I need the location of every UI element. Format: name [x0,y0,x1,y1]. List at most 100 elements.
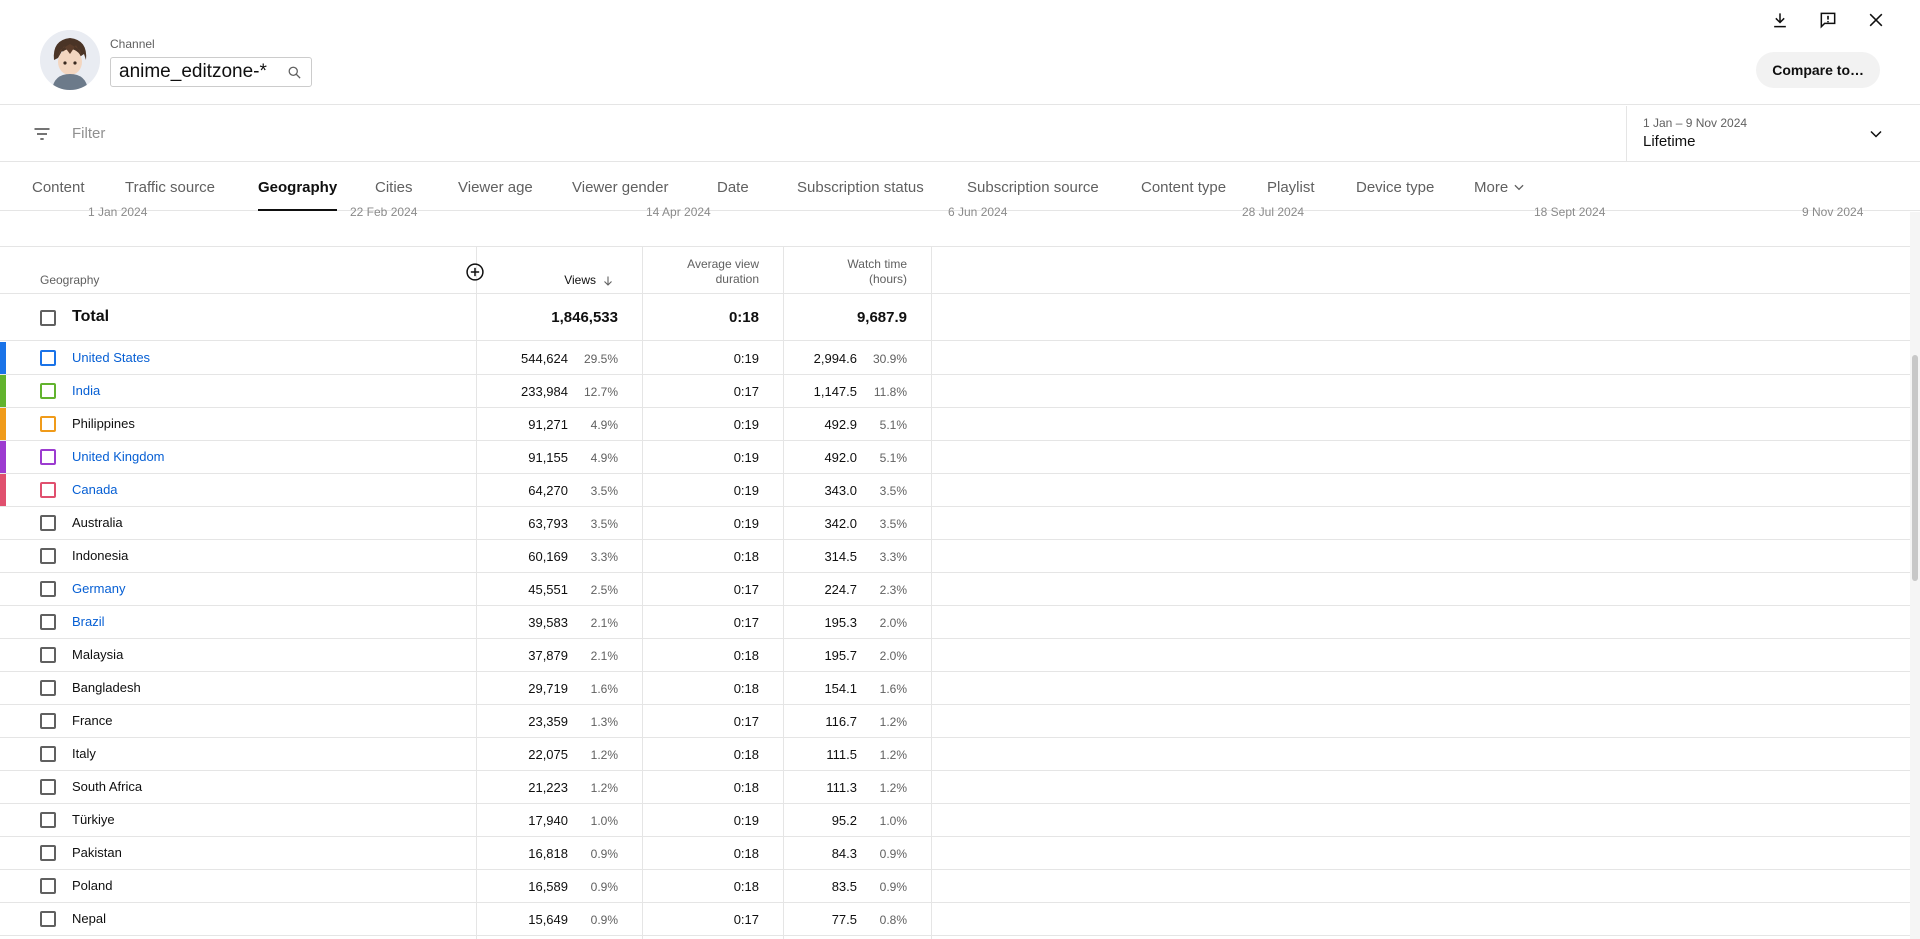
avg-duration-value: 0:19 [733,813,759,828]
tab-more[interactable]: More [1474,163,1526,211]
tab-playlist[interactable]: Playlist [1267,163,1315,211]
filter-input[interactable]: Filter [72,125,105,142]
watch-time-percent: 5.1% [879,451,907,465]
row-checkbox[interactable] [40,614,56,630]
tab-viewer-age[interactable]: Viewer age [458,163,533,211]
table-row[interactable]: Indonesia 60,169 3.3% 0:18 314.5 3.3% [0,540,1910,573]
compare-to-button[interactable]: Compare to… [1756,52,1880,88]
table-row[interactable]: Italy 22,075 1.2% 0:18 111.5 1.2% [0,738,1910,771]
download-icon[interactable] [1764,4,1796,36]
country-name[interactable]: Brazil [72,614,105,629]
avg-view-duration-column-header[interactable]: Average view duration [687,257,759,287]
row-checkbox[interactable] [40,713,56,729]
tab-date[interactable]: Date [717,163,749,211]
add-metric-icon[interactable] [465,262,485,282]
table-row[interactable]: United Kingdom 91,155 4.9% 0:19 492.0 5.1% [0,441,1910,474]
row-checkbox[interactable] [40,647,56,663]
tab-subscription-status[interactable]: Subscription status [797,163,924,211]
views-percent: 2.1% [590,649,618,663]
views-value: 91,155 [528,450,568,465]
table-row[interactable]: Philippines 91,271 4.9% 0:19 492.9 5.1% [0,408,1910,441]
country-name[interactable]: United Kingdom [72,449,165,464]
row-checkbox[interactable] [40,515,56,531]
row-checkbox[interactable] [40,548,56,564]
country-name[interactable]: India [72,383,100,398]
channel-selector[interactable]: anime_editzone-* [110,57,312,87]
row-checkbox[interactable] [40,350,56,366]
tab-content-type[interactable]: Content type [1141,163,1226,211]
vertical-scrollbar[interactable] [1910,212,1920,939]
avg-duration-value: 0:17 [733,714,759,729]
total-checkbox[interactable] [40,310,56,326]
watch-time-value: 83.5 [831,879,857,894]
country-name[interactable]: Germany [72,581,125,596]
geography-table: Geography Views Average view duration Wa… [0,246,1910,939]
geography-column-header[interactable]: Geography [40,273,99,288]
views-percent: 2.5% [590,583,618,597]
country-name: Malaysia [72,647,124,662]
table-row[interactable]: Nepal 15,649 0.9% 0:17 77.5 0.8% [0,903,1910,936]
table-row[interactable]: France 23,359 1.3% 0:17 116.7 1.2% [0,705,1910,738]
row-checkbox[interactable] [40,680,56,696]
country-name[interactable]: Canada [72,482,118,497]
watch-time-percent: 0.9% [879,847,907,861]
table-row[interactable]: South Africa 21,223 1.2% 0:18 111.3 1.2% [0,771,1910,804]
total-watch-time: 9,687.9 [856,309,907,326]
views-value: 22,075 [528,747,568,762]
watch-time-value: 195.3 [824,615,857,630]
row-checkbox[interactable] [40,383,56,399]
tab-geography[interactable]: Geography [258,163,338,211]
watch-time-value: 116.7 [825,714,857,729]
row-checkbox[interactable] [40,779,56,795]
views-value: 64,270 [528,483,568,498]
table-row[interactable]: Poland 16,589 0.9% 0:18 83.5 0.9% [0,870,1910,903]
country-name[interactable]: United States [72,350,150,365]
tab-subscription-source[interactable]: Subscription source [967,163,1099,211]
table-row[interactable]: Brazil 39,583 2.1% 0:17 195.3 2.0% [0,606,1910,639]
views-value: 17,940 [528,813,568,828]
scrollbar-thumb[interactable] [1912,355,1918,581]
dimension-tabs: Content Traffic source Geography Cities … [0,163,1920,211]
channel-avatar[interactable] [40,30,100,90]
row-checkbox[interactable] [40,911,56,927]
tab-content[interactable]: Content [32,163,85,211]
watch-time-column-header[interactable]: Watch time (hours) [847,257,907,287]
watch-time-percent: 5.1% [879,418,907,432]
tab-traffic-source[interactable]: Traffic source [125,163,215,211]
avg-duration-value: 0:18 [733,846,759,861]
avg-duration-value: 0:19 [733,450,759,465]
date-range-text: 1 Jan – 9 Nov 2024 [1643,116,1748,130]
table-row[interactable]: Canada 64,270 3.5% 0:19 343.0 3.5% [0,474,1910,507]
views-percent: 29.5% [583,352,618,366]
channel-label: Channel [110,37,155,51]
row-checkbox[interactable] [40,878,56,894]
row-checkbox[interactable] [40,845,56,861]
tab-viewer-gender[interactable]: Viewer gender [572,163,668,211]
close-icon[interactable] [1860,4,1892,36]
table-row[interactable]: Türkiye 17,940 1.0% 0:19 95.2 1.0% [0,804,1910,837]
avg-duration-value: 0:17 [733,384,759,399]
row-checkbox[interactable] [40,449,56,465]
table-row[interactable]: Pakistan 16,818 0.9% 0:18 84.3 0.9% [0,837,1910,870]
feedback-icon[interactable] [1812,4,1844,36]
date-range-picker[interactable]: 1 Jan – 9 Nov 2024 Lifetime [1626,106,1920,162]
views-column-header[interactable]: Views [564,273,614,288]
tab-device-type[interactable]: Device type [1356,163,1434,211]
row-checkbox[interactable] [40,482,56,498]
total-label: Total [72,308,110,325]
row-checkbox[interactable] [40,416,56,432]
table-row[interactable]: Bangladesh 29,719 1.6% 0:18 154.1 1.6% [0,672,1910,705]
search-icon[interactable] [285,63,303,81]
table-row[interactable]: Australia 63,793 3.5% 0:19 342.0 3.5% [0,507,1910,540]
row-checkbox[interactable] [40,581,56,597]
table-row[interactable]: Malaysia 37,879 2.1% 0:18 195.7 2.0% [0,639,1910,672]
watch-time-value: 342.0 [824,516,857,531]
tab-cities[interactable]: Cities [375,163,413,211]
table-row[interactable]: United States 544,624 29.5% 0:19 2,994.6 30.9… [0,342,1910,375]
table-row[interactable]: Germany 45,551 2.5% 0:17 224.7 2.3% [0,573,1910,606]
table-row[interactable]: India 233,984 12.7% 0:17 1,147.5 11.8% [0,375,1910,408]
country-name: Australia [72,515,123,530]
row-checkbox[interactable] [40,812,56,828]
filter-icon[interactable] [32,124,52,144]
row-checkbox[interactable] [40,746,56,762]
